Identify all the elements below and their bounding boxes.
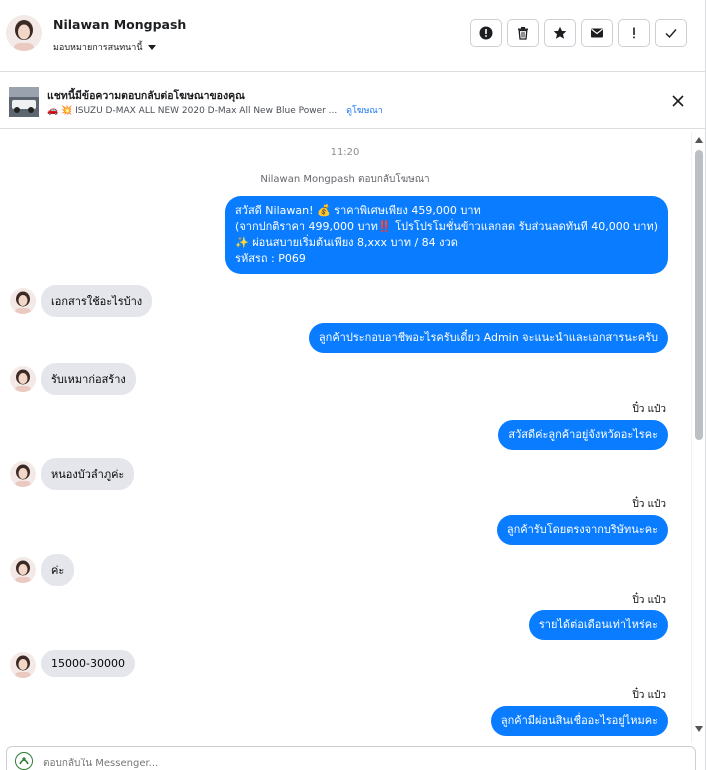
outgoing-message[interactable]: ลูกค้ามีผ่อนสินเชื่ออะไรอยู่ไหมคะ [490,706,668,736]
sender-name: ปิ๋ว แป๋ว [632,690,666,701]
outgoing-message[interactable]: รายได้ต่อเดือนเท่าไหร่คะ [528,610,668,640]
contact-name[interactable]: Nilawan Mongpash [53,17,186,32]
report-icon [479,26,493,40]
message-timestamp: 11:20 [330,147,360,158]
delete-button[interactable] [507,19,539,47]
incoming-message[interactable]: หนองบัวลำภูค่ะ [41,458,135,490]
spam-button[interactable] [618,19,650,47]
incoming-message[interactable]: ค่ะ [41,554,75,586]
thread-scrollbar[interactable] [691,132,705,742]
mark-unread-button[interactable] [581,19,613,47]
message-line: รหัสรถ : P069 [235,252,306,265]
assign-conversation-dropdown[interactable]: มอบหมายการสนทนานี้ [53,40,156,54]
scroll-up-arrow-icon[interactable] [695,137,703,143]
trash-icon [518,27,528,40]
contact-avatar[interactable] [6,15,42,51]
incoming-message[interactable]: รับเหมาก่อสร้าง [41,363,136,395]
view-ad-link[interactable]: ดูโฆษณา [346,106,383,116]
message-line: สวัสดี Nilawan! 💰 ราคาพิเศษเพียง 459,000… [235,204,481,217]
scroll-down-arrow-icon[interactable] [695,726,703,732]
ad-banner-title: แชทนี้มีข้อความตอบกลับต่อโฆษณาของคุณ [47,90,245,102]
report-button[interactable] [470,19,502,47]
avatar[interactable] [10,652,36,678]
ad-thumbnail[interactable] [9,87,39,117]
outgoing-message[interactable]: สวัสดี Nilawan! 💰 ราคาพิเศษเพียง 459,000… [225,196,668,274]
assign-label: มอบหมายการสนทนานี้ [53,43,143,53]
star-icon [553,26,567,39]
outgoing-message[interactable]: ลูกค้าประกอบอาชีพอะไรครับเดี๋ยว Admin จะ… [308,323,668,353]
ad-reply-note: Nilawan Mongpash ตอบกลับโฆษณา [260,174,430,185]
reply-input[interactable] [43,758,643,769]
incoming-message[interactable]: 15000-30000 [41,650,135,677]
message-line: (จากปกติราคา 499,000 บาท‼️ โปรโปรโมชั่นข… [235,220,658,233]
avatar[interactable] [10,366,36,392]
ad-reply-banner: แชทนี้มีข้อความตอบกลับต่อโฆษณาของคุณ 🚗 💥… [0,73,706,129]
message-line: ✨ ผ่อนสบายเริ่มต้นเพียง 8,xxx บาท / 84 ง… [235,236,458,249]
user-avatar-icon [10,652,36,678]
user-avatar-icon [10,366,36,392]
ad-description: 🚗 💥 ISUZU D-MAX ALL NEW 2020 D-Max All N… [47,106,338,116]
user-avatar-icon [10,288,36,314]
sender-name: ปิ๋ว แป๋ว [632,499,666,510]
conversation-actions [470,19,687,47]
close-icon[interactable] [670,93,686,109]
avatar[interactable] [10,288,36,314]
incoming-message[interactable]: เอกสารใช้อะไรบ้าง [41,285,153,317]
outgoing-message[interactable]: สวัสดีค่ะลูกค้าอยู่จังหวัดอะไรคะ [498,420,668,450]
avatar[interactable] [10,461,36,487]
page-avatar-icon [15,752,33,770]
outgoing-message[interactable]: ลูกค้ารับโดยตรงจากบริษัทนะคะ [496,515,668,545]
sender-name: ปิ๋ว แป๋ว [632,595,666,606]
user-avatar-icon [10,557,36,583]
reply-composer[interactable] [6,746,696,770]
chevron-down-icon [147,44,156,50]
avatar[interactable] [10,557,36,583]
mark-done-button[interactable] [655,19,687,47]
sender-name: ปิ๋ว แป๋ว [632,404,666,415]
message-thread[interactable]: 11:20 Nilawan Mongpash ตอบกลับโฆษณา สวัส… [0,130,690,740]
star-button[interactable] [544,19,576,47]
check-icon [665,29,677,39]
envelope-icon [591,28,603,38]
scrollbar-thumb[interactable] [695,150,703,440]
ad-banner-subtitle: 🚗 💥 ISUZU D-MAX ALL NEW 2020 D-Max All N… [47,103,383,117]
exclamation-icon [633,27,635,39]
conversation-header: Nilawan Mongpash มอบหมายการสนทนานี้ [0,0,706,72]
user-avatar-icon [10,461,36,487]
